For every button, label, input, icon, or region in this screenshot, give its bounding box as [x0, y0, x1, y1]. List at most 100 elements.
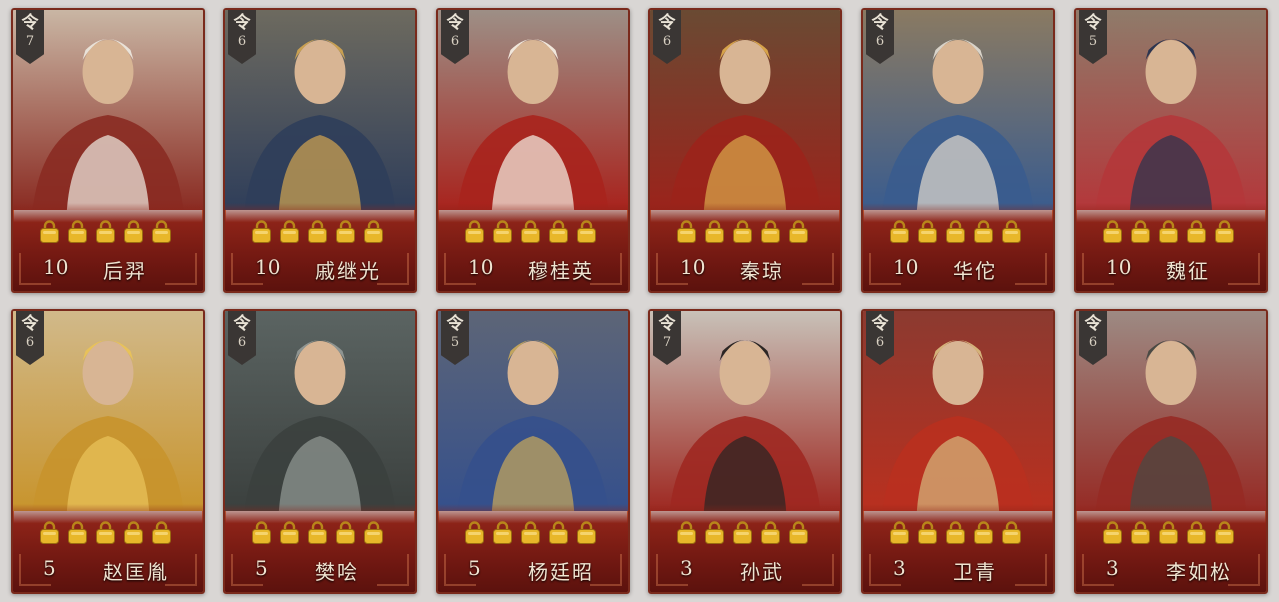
star-rating	[251, 521, 384, 547]
hero-name: 杨廷昭	[528, 560, 594, 584]
gold-lock-star-icon	[280, 220, 299, 243]
star-icon	[151, 521, 172, 545]
star-icon	[335, 521, 356, 545]
gold-lock-star-icon	[789, 220, 808, 243]
star-icon	[889, 220, 910, 244]
star-icon	[123, 220, 144, 244]
badge-char: 令	[1084, 314, 1102, 334]
star-icon	[1214, 521, 1235, 545]
star-icon	[95, 521, 116, 545]
star-rating	[676, 521, 809, 547]
hero-name: 樊哙	[315, 560, 359, 584]
star-icon	[917, 220, 938, 244]
gold-lock-star-icon	[1002, 521, 1021, 544]
hero-card[interactable]: 令 6 3 卫青	[861, 309, 1055, 594]
cost-value: 6	[237, 335, 247, 350]
hero-name: 卫青	[953, 560, 997, 584]
gold-lock-star-icon	[124, 521, 143, 544]
hero-card[interactable]: 令 7 10 后羿	[11, 8, 205, 293]
star-icon	[1158, 220, 1179, 244]
star-icon	[67, 220, 88, 244]
star-icon	[917, 521, 938, 545]
star-rating	[1102, 521, 1235, 547]
gold-lock-star-icon	[40, 220, 59, 243]
gold-lock-star-icon	[1103, 521, 1122, 544]
star-icon	[1001, 220, 1022, 244]
star-icon	[363, 220, 384, 244]
cost-badge: 令6	[653, 10, 681, 64]
hero-level: 10	[43, 255, 69, 279]
cost-badge: 令6	[866, 10, 894, 64]
gold-lock-star-icon	[1002, 220, 1021, 243]
cost-badge: 令5	[441, 311, 469, 365]
gold-lock-star-icon	[1103, 220, 1122, 243]
cost-value: 5	[1088, 34, 1098, 49]
hero-name: 戚继光	[315, 259, 381, 283]
star-icon	[67, 521, 88, 545]
hero-card[interactable]: 令 6 10 华佗	[861, 8, 1055, 293]
cost-badge: 令6	[228, 311, 256, 365]
star-icon	[1186, 220, 1207, 244]
gold-lock-star-icon	[946, 521, 965, 544]
hero-card[interactable]: 令 5 10 魏征	[1074, 8, 1268, 293]
hero-name: 赵匡胤	[103, 560, 169, 584]
cost-value: 6	[875, 335, 885, 350]
star-icon	[760, 220, 781, 244]
star-icon	[492, 521, 513, 545]
gold-lock-star-icon	[1159, 521, 1178, 544]
gold-lock-star-icon	[974, 220, 993, 243]
star-icon	[307, 521, 328, 545]
hero-level: 3	[893, 556, 906, 580]
gold-lock-star-icon	[1215, 521, 1234, 544]
star-icon	[279, 220, 300, 244]
hero-card[interactable]: 令 6 5 樊哙	[223, 309, 417, 594]
hero-level: 10	[893, 255, 919, 279]
gold-lock-star-icon	[308, 521, 327, 544]
star-rating	[464, 220, 597, 246]
hero-card[interactable]: 令 6 3 李如松	[1074, 309, 1268, 594]
star-icon	[945, 220, 966, 244]
star-icon	[1102, 220, 1123, 244]
star-icon	[1186, 521, 1207, 545]
hero-card[interactable]: 令 6 10 秦琼	[648, 8, 842, 293]
badge-char: 令	[233, 314, 251, 334]
gold-lock-star-icon	[577, 521, 596, 544]
star-icon	[123, 521, 144, 545]
cost-value: 6	[25, 335, 35, 350]
star-icon	[576, 521, 597, 545]
cost-badge: 令6	[1079, 311, 1107, 365]
gold-lock-star-icon	[124, 220, 143, 243]
gold-lock-star-icon	[68, 521, 87, 544]
star-icon	[95, 220, 116, 244]
badge-char: 令	[446, 13, 464, 33]
badge-char: 令	[871, 13, 889, 33]
gold-lock-star-icon	[549, 220, 568, 243]
star-rating	[1102, 220, 1235, 246]
hero-level: 10	[255, 255, 281, 279]
hero-card[interactable]: 令 6 10 穆桂英	[436, 8, 630, 293]
gold-lock-star-icon	[918, 220, 937, 243]
gold-lock-star-icon	[493, 220, 512, 243]
gold-lock-star-icon	[705, 521, 724, 544]
badge-char: 令	[658, 13, 676, 33]
star-icon	[1214, 220, 1235, 244]
star-icon	[251, 521, 272, 545]
gold-lock-star-icon	[549, 521, 568, 544]
cost-badge: 令6	[866, 311, 894, 365]
hero-card[interactable]: 令 7 3 孙武	[648, 309, 842, 594]
hero-card[interactable]: 令 5 5 杨廷昭	[436, 309, 630, 594]
star-icon	[548, 521, 569, 545]
star-icon	[464, 521, 485, 545]
hero-level: 10	[1106, 255, 1132, 279]
cost-value: 7	[25, 34, 35, 49]
star-icon	[279, 521, 300, 545]
star-icon	[732, 220, 753, 244]
star-icon	[704, 521, 725, 545]
gold-lock-star-icon	[1131, 220, 1150, 243]
hero-level: 10	[680, 255, 706, 279]
hero-card[interactable]: 令 6 10 戚继光	[223, 8, 417, 293]
hero-card[interactable]: 令 6 5 赵匡胤	[11, 309, 205, 594]
star-icon	[889, 521, 910, 545]
gold-lock-star-icon	[733, 521, 752, 544]
star-icon	[520, 521, 541, 545]
